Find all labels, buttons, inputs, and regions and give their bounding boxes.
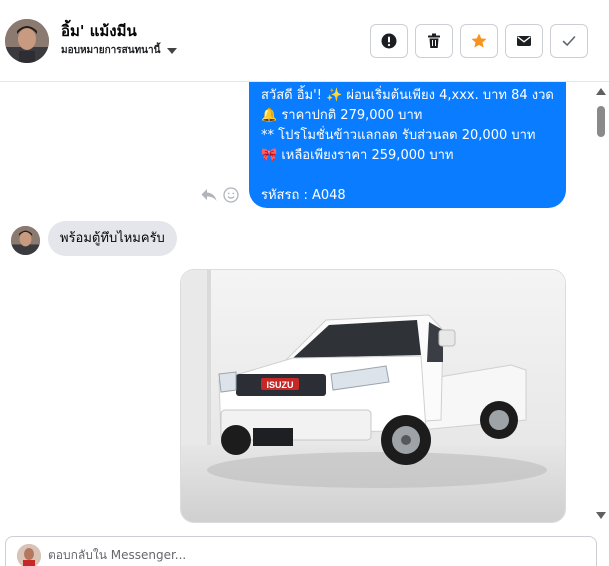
envelope-icon [517,36,531,46]
incoming-message: พร้อมตู้ทึบไหมครับ [48,221,177,256]
message-thread: สวัสดี อิ้ม'! ✨ ผ่อนเริ่มต้นเพียง 4,xxx.… [0,82,595,532]
brand-badge: ISUZU [267,380,294,390]
conversation-actions [370,24,588,58]
emoji-reaction-icon[interactable] [223,187,239,203]
star-icon [471,33,487,48]
mark-spam-button[interactable] [370,24,408,58]
delete-button[interactable] [415,24,453,58]
outgoing-message: สวัสดี อิ้ม'! ✨ ผ่อนเริ่มต้นเพียง 4,xxx.… [249,82,566,208]
truck-photo[interactable]: ISUZU [180,269,566,523]
mark-unread-button[interactable] [505,24,543,58]
thread-scrollbar[interactable] [595,82,609,527]
conversation-header: อิ้ม' แม้งมีน มอบหมายการสนทนานี้ [0,0,609,82]
chevron-down-icon [167,47,178,54]
reply-input[interactable] [48,548,548,562]
check-icon [562,36,576,47]
scroll-down-arrow-icon[interactable] [596,512,606,519]
mark-done-button[interactable] [550,24,588,58]
alert-icon [381,33,397,49]
assign-label: มอบหมายการสนทนานี้ [61,45,161,56]
scrollbar-thumb[interactable] [597,106,605,137]
assign-conversation-dropdown[interactable]: มอบหมายการสนทนานี้ [61,43,178,58]
scroll-up-arrow-icon[interactable] [596,88,606,95]
contact-avatar[interactable] [5,19,49,63]
trash-icon [428,33,440,48]
message-composer[interactable] [5,536,597,566]
page-avatar [17,544,41,566]
contact-name[interactable]: อิ้ม' แม้งมีน [61,19,137,43]
contact-avatar-small [11,226,40,255]
reply-icon[interactable] [200,187,218,203]
star-button[interactable] [460,24,498,58]
